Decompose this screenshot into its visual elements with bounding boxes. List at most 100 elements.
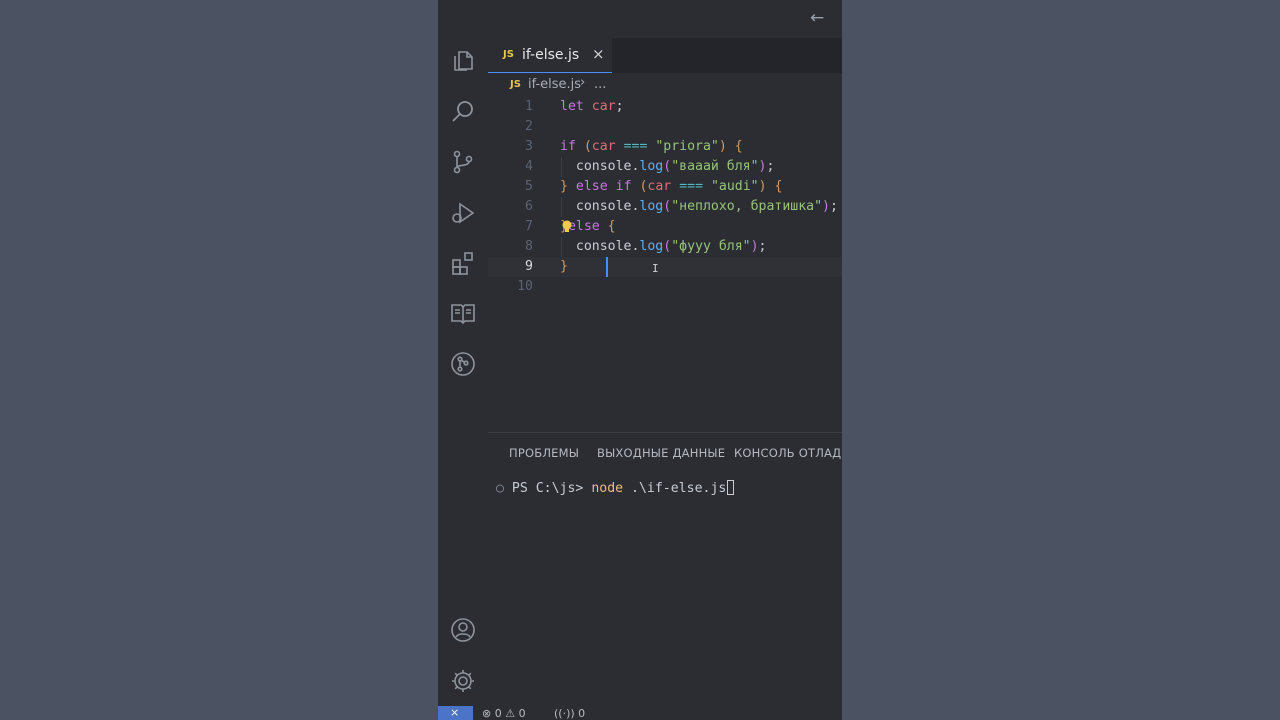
terminal-prompt: PS C:\js> [511,481,584,496]
tab-if-else-js[interactable]: JS if-else.js × [488,38,612,73]
tab-problems[interactable]: ПРОБЛЕМЫ [509,446,579,460]
code-token: if [560,139,576,154]
code-line[interactable]: 7}else { [488,217,842,237]
problems-count[interactable]: ⊗ 0 ⚠ 0 [482,707,526,720]
code-token: console. [560,159,640,174]
arrow-left-icon[interactable]: ← [810,8,824,28]
activity-bar [438,38,488,706]
code-token: car [591,99,616,114]
line-number: 9 [525,259,533,274]
code-text: } else if (car === "audi") { [560,177,782,197]
text-cursor [606,257,608,277]
code-token: car [647,179,672,194]
ports-count[interactable]: ((·)) 0 [554,707,585,720]
code-token: if [615,179,632,194]
line-number: 5 [525,179,533,194]
code-line[interactable]: 6 console.log("неплохо, братишка"); [488,197,842,217]
code-token: ( [663,159,672,174]
code-text: if (car === "priora") { [560,137,743,157]
remote-button[interactable]: ⨯ [438,706,473,720]
terminal[interactable]: ○ PS C:\js> node .\if-else.js [496,480,735,496]
extensions-icon[interactable] [450,250,476,276]
code-token: { [734,139,743,154]
code-text: console.log("неплохо, братишка"); [560,197,838,217]
git-graph-icon[interactable] [450,351,476,377]
terminal-cursor [727,480,735,495]
search-icon[interactable] [450,99,476,125]
code-text: } [560,257,568,277]
code-token: === [623,139,648,154]
code-token: ) [750,239,759,254]
code-line[interactable]: 1 let car; [488,97,842,117]
account-icon[interactable] [450,617,476,643]
status-bar: ⨯ ⊗ 0 ⚠ 0 ((·)) 0 [438,706,842,720]
code-line[interactable]: 2 [488,117,842,137]
code-token: { [607,219,616,234]
code-token: "фууу бля" [671,239,751,254]
indent-guide [561,237,562,257]
code-line[interactable]: 4 console.log("вааай бля"); [488,157,842,177]
indent-guide [561,197,562,217]
code-line[interactable]: 3 if (car === "priora") { [488,137,842,157]
code-line[interactable]: 5 } else if (car === "audi") { [488,177,842,197]
line-number: 1 [525,99,533,114]
indent-guide [561,157,562,177]
files-icon[interactable] [450,48,476,74]
left-backdrop [0,0,438,720]
tab-bar: JS if-else.js × [488,38,842,73]
code-token: ) [718,139,727,154]
code-editor[interactable]: 109}8 console.log("фууу бля");7}else {6 … [488,97,842,430]
close-icon[interactable]: × [592,45,605,63]
line-number: 2 [525,119,533,134]
code-token: ) [758,179,767,194]
breadcrumb-file[interactable]: if-else.js [528,77,581,92]
code-token: ; [615,99,624,114]
code-token: "audi" [710,179,759,194]
line-number: 7 [525,219,533,234]
js-file-icon: JS [503,49,514,60]
code-token: else [575,179,608,194]
tab-output[interactable]: ВЫХОДНЫЕ ДАННЫЕ [597,446,725,460]
code-line[interactable]: 8 console.log("фууу бля"); [488,237,842,257]
source-control-icon[interactable] [450,149,476,175]
code-line[interactable]: 9} [488,257,842,277]
code-token: "неплохо, братишка" [671,199,823,214]
code-token: } [560,259,568,274]
code-token: ( [663,199,672,214]
gear-icon[interactable] [450,668,476,694]
code-token: log [639,199,664,214]
circle-icon: ○ [496,481,504,496]
code-token: console. [560,199,640,214]
terminal-command: node [591,481,624,496]
breadcrumb-symbols[interactable]: ... [594,77,606,92]
code-token: ( [663,239,672,254]
code-line[interactable]: 10 [488,277,842,297]
vscode-window: ← JS if-else.js × JS if-else.js › ... 10… [438,0,842,720]
code-text: let car; [560,97,624,117]
line-number: 8 [525,239,533,254]
code-token: ) [822,199,830,214]
tab-debug-console[interactable]: КОНСОЛЬ ОТЛАДКИ [734,446,842,460]
chevron-right-icon: › [580,75,586,90]
code-token: "priora" [655,139,719,154]
line-number: 10 [517,279,533,294]
run-debug-icon[interactable] [450,200,476,226]
book-icon[interactable] [450,300,476,326]
terminal-args: .\if-else.js [631,481,727,496]
code-token: { [774,179,783,194]
line-number: 6 [525,199,533,214]
code-token: log [639,239,664,254]
title-bar: ← [438,0,842,38]
breadcrumb: JS if-else.js › ... [488,75,842,95]
remote-icon: ⨯ [450,706,460,719]
code-token: === [679,179,704,194]
code-token: } [560,179,568,194]
code-text: console.log("фууу бля"); [560,237,767,257]
lightbulb-icon[interactable] [561,220,573,234]
